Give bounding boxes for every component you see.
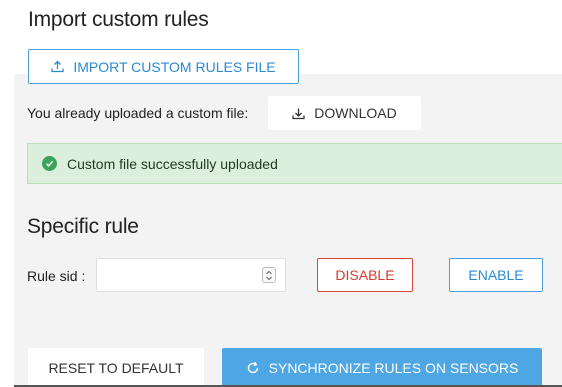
specific-rule-title: Specific rule [27,215,139,238]
import-custom-rules-button[interactable]: IMPORT CUSTOM RULES FILE [28,49,299,84]
sync-icon [246,361,260,375]
synchronize-rules-button[interactable]: SYNCHRONIZE RULES ON SENSORS [222,348,542,387]
rule-sid-label: Rule sid : [27,268,86,284]
download-button-label: DOWNLOAD [314,105,397,121]
reset-to-default-button[interactable]: RESET TO DEFAULT [28,348,204,387]
disable-button[interactable]: DISABLE [317,258,413,292]
upload-icon [51,60,65,73]
number-stepper[interactable] [262,267,276,283]
download-icon [292,107,305,120]
check-circle-icon [42,156,57,171]
import-button-label: IMPORT CUSTOM RULES FILE [73,58,276,75]
uploaded-file-text: You already uploaded a custom file: [27,105,249,121]
rule-sid-input[interactable] [96,258,286,292]
enable-button[interactable]: ENABLE [449,258,543,292]
import-section-title: Import custom rules [28,8,209,31]
download-button[interactable]: DOWNLOAD [268,96,421,130]
sync-button-label: SYNCHRONIZE RULES ON SENSORS [268,359,519,376]
success-message: Custom file successfully uploaded [67,155,278,172]
stepper-arrows-icon [266,270,272,280]
success-alert: Custom file successfully uploaded [27,143,562,184]
